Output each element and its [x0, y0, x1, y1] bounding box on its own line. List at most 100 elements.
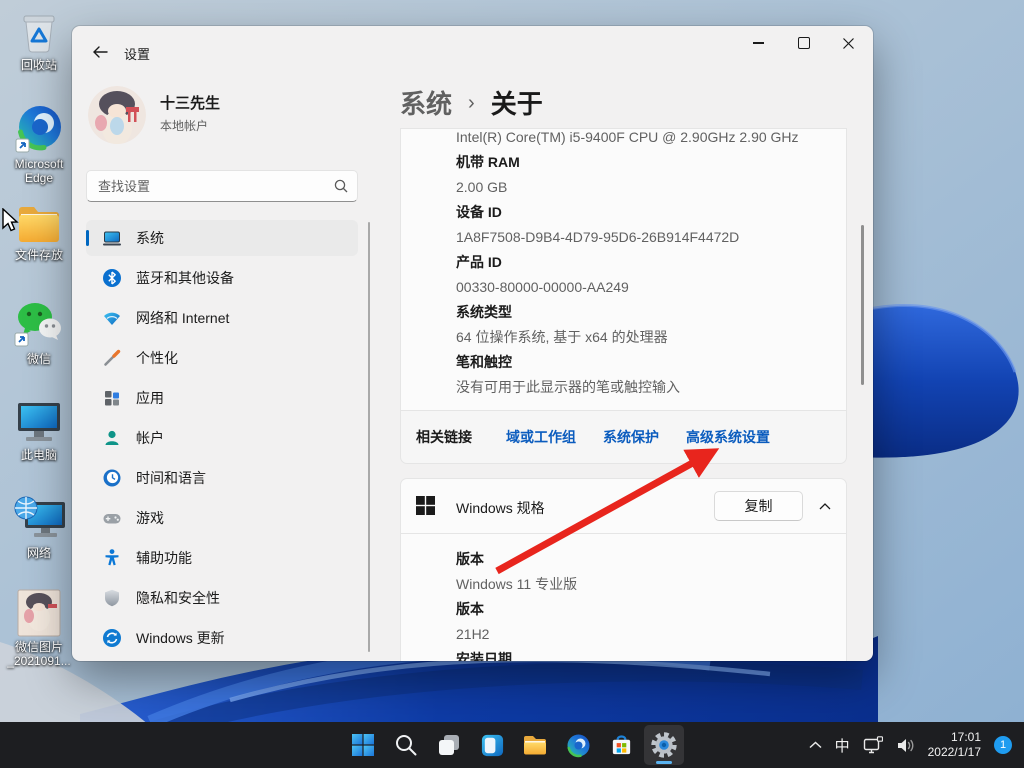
- chevron-up-icon: [819, 502, 831, 509]
- speaker-volume-icon: [897, 738, 913, 752]
- sidebar-item-system[interactable]: 系统: [86, 220, 358, 256]
- notification-badge[interactable]: 1: [994, 736, 1012, 754]
- breadcrumb-parent[interactable]: 系统: [400, 84, 452, 121]
- link-domain-workgroup[interactable]: 域或工作组: [506, 427, 576, 447]
- update-sync-icon: [103, 629, 121, 647]
- volume-tray-button[interactable]: [896, 737, 915, 754]
- file-explorer-icon: [524, 736, 546, 755]
- sidebar: 系统 蓝牙和其他设备 网络和 Internet 个性化 应用 帐户 时间和语言 …: [86, 220, 358, 660]
- desktop-icon-recycle-bin[interactable]: 回收站: [0, 8, 78, 72]
- windows-start-icon: [352, 734, 374, 756]
- sidebar-item-time-language[interactable]: 时间和语言: [86, 460, 358, 496]
- search-input[interactable]: [86, 170, 358, 202]
- link-advanced-system-settings[interactable]: 高级系统设置: [686, 427, 770, 447]
- search-icon: [334, 179, 348, 193]
- row-value: 2.00 GB: [456, 179, 508, 195]
- windows-spec-card: Windows 规格 复制 版本 Windows 11 专业版 版本 21H2 …: [400, 478, 847, 661]
- desktop-icon-label: 回收站: [20, 58, 57, 72]
- network-tray-button[interactable]: [863, 736, 883, 754]
- ethernet-network-icon: [863, 736, 883, 754]
- accessibility-icon: [105, 549, 119, 566]
- system-tray: 中 17:01 2022/1/17 1: [809, 722, 1024, 768]
- back-arrow-icon: [92, 46, 108, 58]
- sidebar-item-windows-update[interactable]: Windows 更新: [86, 620, 358, 656]
- shield-icon: [105, 589, 119, 607]
- main-scrollbar[interactable]: [861, 225, 864, 385]
- sidebar-item-accessibility[interactable]: 辅助功能: [86, 540, 358, 576]
- start-button[interactable]: [343, 725, 383, 765]
- taskbar-search-button[interactable]: [386, 725, 426, 765]
- task-view-button[interactable]: [429, 725, 469, 765]
- clock[interactable]: 17:01 2022/1/17: [928, 730, 981, 760]
- apps-icon: [105, 391, 119, 406]
- windows-logo-icon: [416, 496, 435, 515]
- edge-icon: [15, 106, 61, 153]
- gamepad-icon: [103, 514, 121, 524]
- task-view-icon: [439, 735, 459, 755]
- desktop-icon-wechat[interactable]: 微信: [0, 300, 78, 366]
- window-title: 设置: [124, 47, 151, 62]
- close-button[interactable]: [826, 26, 871, 60]
- folder-icon: [19, 207, 59, 242]
- desktop-icon-this-pc[interactable]: 此电脑: [0, 398, 78, 462]
- collapse-expander-button[interactable]: [813, 496, 837, 516]
- wechat-icon: [14, 303, 61, 347]
- sidebar-item-label: 系统: [136, 230, 164, 246]
- desktop-icon-edge[interactable]: Microsoft Edge: [0, 103, 78, 185]
- wifi-icon: [104, 312, 120, 325]
- divider: [401, 533, 846, 534]
- user-avatar: [88, 86, 146, 144]
- sidebar-item-personalization[interactable]: 个性化: [86, 340, 358, 376]
- sidebar-item-gaming[interactable]: 游戏: [86, 500, 358, 536]
- windows-spec-header[interactable]: Windows 规格 复制: [401, 479, 846, 533]
- ime-indicator[interactable]: 中: [835, 735, 850, 756]
- page-title: 关于: [490, 89, 543, 119]
- close-icon: [843, 37, 854, 49]
- clock-icon: [103, 469, 121, 487]
- image-thumbnail-icon: [17, 589, 61, 637]
- this-pc-icon: [18, 403, 60, 441]
- file-explorer-button[interactable]: [515, 725, 555, 765]
- user-name: 十三先生: [160, 95, 221, 112]
- brush-icon: [104, 349, 121, 366]
- sidebar-item-bluetooth-devices[interactable]: 蓝牙和其他设备: [86, 260, 358, 296]
- settings-gear-icon: [651, 732, 677, 758]
- breadcrumb-separator-icon: ›: [468, 92, 475, 114]
- store-icon: [612, 734, 630, 754]
- maximize-icon: [797, 37, 810, 49]
- minimize-button[interactable]: [736, 26, 781, 60]
- desktop-icon-network[interactable]: 网络: [0, 492, 78, 560]
- minimize-icon: [753, 42, 764, 44]
- tray-time: 17:01: [950, 730, 981, 744]
- chevron-up-icon: [809, 741, 822, 749]
- copy-button[interactable]: 复制: [714, 491, 803, 521]
- desktop-icon-wechat-image[interactable]: 微信图片 _2021091...: [0, 588, 78, 668]
- breadcrumb: 系统 › 关于: [400, 84, 543, 121]
- widgets-button[interactable]: [472, 725, 512, 765]
- sidebar-scrollbar[interactable]: [368, 222, 370, 652]
- system-icon: [103, 231, 121, 246]
- related-links-row: 相关链接 域或工作组 系统保护 高级系统设置: [400, 410, 847, 464]
- cpu-value: Intel(R) Core(TM) i5-9400F CPU @ 2.90GHz…: [456, 129, 799, 145]
- recycle-bin-icon: [23, 15, 55, 53]
- sidebar-item-apps[interactable]: 应用: [86, 380, 358, 416]
- sidebar-item-privacy-security[interactable]: 隐私和安全性: [86, 580, 358, 616]
- sidebar-item-accounts[interactable]: 帐户: [86, 420, 358, 456]
- widgets-icon: [481, 734, 503, 756]
- microsoft-store-button[interactable]: [601, 725, 641, 765]
- link-system-protection[interactable]: 系统保护: [603, 427, 659, 447]
- tray-overflow-button[interactable]: [809, 741, 822, 749]
- person-icon: [105, 430, 119, 445]
- edge-icon: [567, 734, 589, 757]
- user-account-type: 本地帐户: [160, 119, 209, 133]
- back-button[interactable]: [86, 40, 114, 64]
- maximize-button[interactable]: [781, 26, 826, 60]
- device-spec-card: Intel(R) Core(TM) i5-9400F CPU @ 2.90GHz…: [400, 128, 847, 410]
- sidebar-item-network-internet[interactable]: 网络和 Internet: [86, 300, 358, 336]
- windows-spec-title: Windows 规格: [456, 500, 545, 516]
- settings-window: 设置 十三先生 本地帐户 查找设置 系统 蓝牙和其他设备 网络和 Interne…: [72, 26, 873, 661]
- edge-button[interactable]: [558, 725, 598, 765]
- search-icon: [396, 735, 417, 756]
- desktop-icon-folder[interactable]: 文件存放: [0, 202, 78, 262]
- settings-button[interactable]: [644, 725, 684, 765]
